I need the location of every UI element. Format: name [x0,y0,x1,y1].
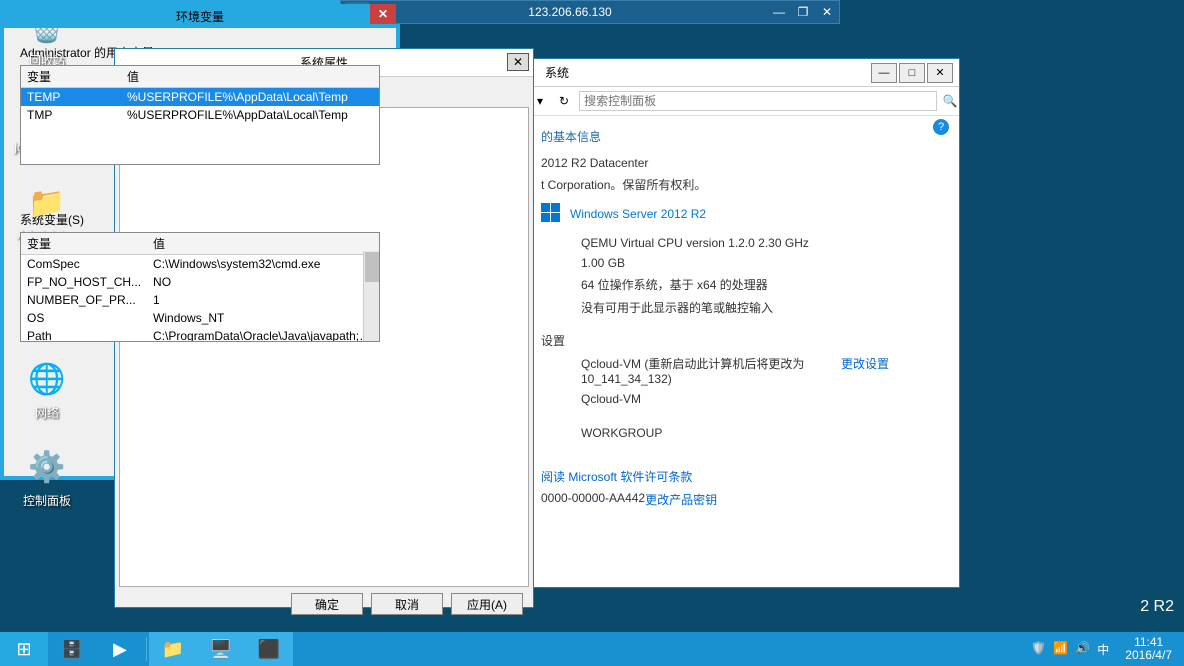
scrollbar-thumb[interactable] [365,252,379,282]
rdp-close-button[interactable]: ✕ [815,2,839,22]
license-link[interactable]: 阅读 Microsoft 软件许可条款 [541,465,949,488]
icon-label: 网络 [10,404,84,421]
computer-name-row: Qcloud-VM (重新启动此计算机后将更改为 10_141_34_132) … [581,352,949,389]
col-value[interactable]: 值 [121,66,379,88]
table-row[interactable]: ComSpecC:\Windows\system32\cmd.exe [21,255,379,274]
explorer-task[interactable]: 📁 [149,632,197,666]
col-value[interactable]: 值 [147,233,379,255]
ime-icon[interactable]: 中 [1097,641,1113,657]
security-icon[interactable]: 🛡️ [1031,641,1047,657]
rdp-minimize-button[interactable]: — [767,2,791,22]
server-manager-button[interactable]: 🗄️ [48,632,96,666]
cmd-task[interactable]: ⬛ [245,632,293,666]
pen-touch-value: 没有可用于此显示器的笔或触控输入 [581,296,949,319]
close-button[interactable]: ✕ [927,63,953,83]
sys-vars-table[interactable]: 变量值 ComSpecC:\Windows\system32\cmd.exeFP… [20,232,380,342]
system-window: 系统 — □ ✕ ▾ ↻ 🔍 ? 的基本信息 2012 R2 Datacente… [530,58,960,588]
start-button[interactable]: ⊞ [0,632,48,666]
env-titlebar[interactable]: 环境变量 ✕ [4,4,396,28]
close-button[interactable]: ✕ [507,53,529,71]
close-button[interactable]: ✕ [370,4,396,24]
table-row[interactable]: NUMBER_OF_PR...1 [21,291,379,309]
brand-overlay: 2 R2 [1140,598,1174,616]
taskbar: ⊞ 🗄️ ▶ 📁 🖥️ ⬛ 🛡️ 📶 🔊 中 11:41 2016/4/7 [0,632,1184,666]
folder-icon: 📁 [26,182,68,224]
icon-label: 控制面板 [10,492,84,509]
network-icon: 🌐 [26,358,68,400]
ok-button[interactable]: 确定 [291,593,363,615]
address-bar: ▾ ↻ 🔍 [531,87,959,116]
windows-brand: Windows Server 2012 R2 [541,202,949,223]
change-key-link[interactable]: 更改产品密钥 [645,491,717,508]
rdp-connection-bar: 📌 123.206.66.130 — ❐ ✕ [340,0,840,24]
powershell-button[interactable]: ▶ [96,632,144,666]
product-id-row: 0000-00000-AA442 更改产品密钥 [541,488,949,511]
computer-name2: Qcloud-VM [581,389,949,409]
help-icon[interactable]: ? [933,119,949,135]
system-task[interactable]: 🖥️ [197,632,245,666]
table-row[interactable]: OSWindows_NT [21,309,379,327]
table-row[interactable]: PathC:\ProgramData\Oracle\Java\javapath;… [21,327,379,342]
col-variable[interactable]: 变量 [21,233,147,255]
refresh-icon[interactable]: ↻ [553,94,575,108]
user-vars-table[interactable]: 变量值 TEMP%USERPROFILE%\AppData\Local\Temp… [20,65,380,165]
window-title: 系统 [537,64,869,81]
cpu-value: QEMU Virtual CPU version 1.2.0 2.30 GHz [581,233,949,253]
workgroup-value: WORKGROUP [581,423,949,443]
copyright-value: t Corporation。保留所有权利。 [541,173,949,196]
system-titlebar[interactable]: 系统 — □ ✕ [531,59,959,87]
desktop-icon-network[interactable]: 🌐 网络 [10,358,84,421]
cancel-button[interactable]: 取消 [371,593,443,615]
settings-label: 设置 [541,329,949,352]
system-type-value: 64 位操作系统，基于 x64 的处理器 [581,273,949,296]
desktop-icon-control-panel[interactable]: ⚙️ 控制面板 [10,446,84,509]
props-body [119,107,529,587]
rdp-restore-button[interactable]: ❐ [791,2,815,22]
basic-info-heading: 的基本信息 [541,120,949,153]
search-icon[interactable]: 🔍 [941,92,959,110]
network-tray-icon[interactable]: 📶 [1053,641,1069,657]
rdp-ip: 123.206.66.130 [373,5,767,19]
table-row[interactable]: TEMP%USERPROFILE%\AppData\Local\Temp [21,88,379,107]
col-variable[interactable]: 变量 [21,66,121,88]
sound-icon[interactable]: 🔊 [1075,641,1091,657]
control-panel-icon: ⚙️ [26,446,68,488]
apply-button[interactable]: 应用(A) [451,593,523,615]
system-tray: 🛡️ 📶 🔊 中 11:41 2016/4/7 [1025,636,1184,662]
table-row[interactable]: TMP%USERPROFILE%\AppData\Local\Temp [21,106,379,124]
clock[interactable]: 11:41 2016/4/7 [1119,636,1178,662]
edition-value: 2012 R2 Datacenter [541,153,949,173]
table-row[interactable]: FP_NO_HOST_CH...NO [21,273,379,291]
ram-value: 1.00 GB [581,253,949,273]
windows-flag-icon [541,203,561,223]
dialog-title: 环境变量 [176,8,224,25]
change-settings-link[interactable]: 更改设置 [841,355,889,386]
maximize-button[interactable]: □ [899,63,925,83]
search-input[interactable] [579,91,937,111]
minimize-button[interactable]: — [871,63,897,83]
scrollbar[interactable] [363,251,379,341]
